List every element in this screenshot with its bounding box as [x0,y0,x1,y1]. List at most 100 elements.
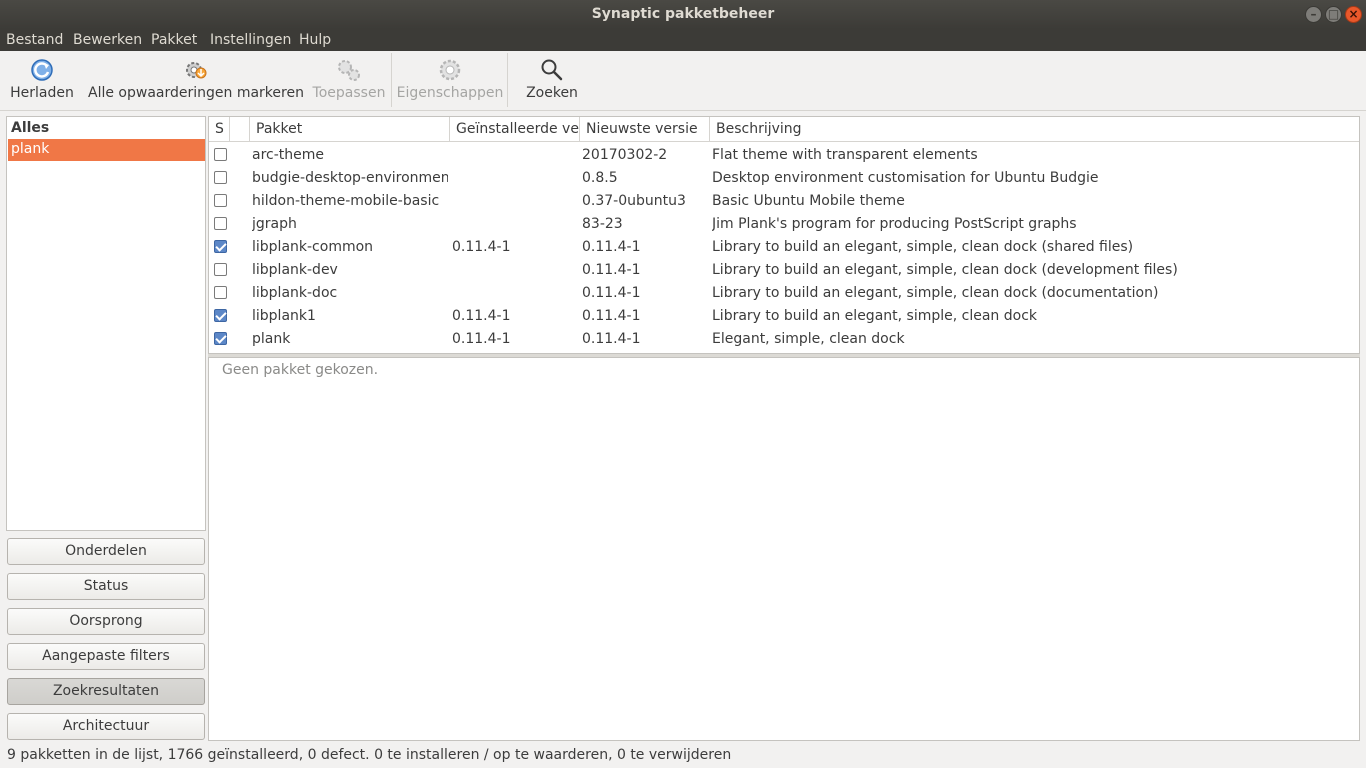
status-button[interactable]: Status [7,573,205,600]
menu-instellingen[interactable]: Instellingen [210,32,291,48]
package-description: Desktop environment customisation for Ub… [712,170,1099,186]
toolbar-separator [391,53,392,107]
properties-button[interactable]: Eigenschappen [396,51,504,109]
package-description: Library to build an elegant, simple, cle… [712,262,1178,278]
column-installed-version[interactable]: Geïnstalleerde vers [450,117,580,142]
installed-version: 0.11.4-1 [452,308,511,324]
package-checkbox[interactable] [214,171,227,184]
package-name: arc-theme [252,147,325,163]
package-name: libplank-common [252,239,374,255]
apply-label: Toepassen [312,85,386,101]
package-name: libplank1 [252,308,316,324]
search-button[interactable]: Zoeken [516,51,588,109]
apply-gears-icon [338,60,360,81]
close-icon: × [1348,7,1359,21]
package-name: libplank-doc [252,285,338,301]
filter-list: Alles plank [6,116,206,531]
table-row[interactable]: libplank-common 0.11.4-1 0.11.4-1 Library t… [209,236,1359,259]
latest-version: 0.11.4-1 [582,285,641,301]
package-checkbox[interactable] [214,240,227,253]
table-row[interactable]: jgraph 83-23 Jim Plank's program for produ… [209,213,1359,236]
table-row[interactable]: libplank-dev 0.11.4-1 Library to build an … [209,259,1359,282]
mark-all-label: Alle opwaarderingen markeren [88,85,304,101]
package-rows: arc-theme 20170302-2 Flat theme with trans… [209,144,1359,351]
minimize-button[interactable]: – [1305,6,1322,23]
latest-version: 20170302-2 [582,147,668,163]
package-description: Library to build an elegant, simple, cle… [712,285,1159,301]
package-checkbox[interactable] [214,148,227,161]
custom-filters-button[interactable]: Aangepaste filters [7,643,205,670]
package-checkbox[interactable] [214,286,227,299]
title-bar: Synaptic pakketbeheer – □ × [0,0,1366,29]
latest-version: 83-23 [582,216,623,232]
table-row[interactable]: libplank1 0.11.4-1 0.11.4-1 Library to buil… [209,305,1359,328]
reload-label: Herladen [10,85,74,101]
package-details: Geen pakket gekozen. [208,357,1360,741]
search-icon [541,59,563,81]
maximize-button[interactable]: □ [1325,6,1342,23]
toolbar: Herladen Alle opwaarderingen markeren To… [0,51,1366,111]
close-button[interactable]: × [1345,6,1362,23]
reload-button[interactable]: Herladen [6,51,78,109]
column-status[interactable]: S [209,117,230,142]
package-description: Flat theme with transparent elements [712,147,978,163]
package-list-header: S Pakket Geïnstalleerde vers Nieuwste ve… [209,117,1359,142]
architecture-button[interactable]: Architectuur [7,713,205,740]
package-name: libplank-dev [252,262,338,278]
package-description: Library to build an elegant, simple, cle… [712,308,1038,324]
search-results-button[interactable]: Zoekresultaten [7,678,205,705]
apply-button[interactable]: Toepassen [310,51,388,109]
origin-button[interactable]: Oorsprong [7,608,205,635]
package-checkbox[interactable] [214,263,227,276]
gears-upgrade-icon [186,62,207,79]
package-description: Elegant, simple, clean dock [712,331,905,347]
table-row[interactable]: libplank-doc 0.11.4-1 Library to build an … [209,282,1359,305]
package-checkbox[interactable] [214,332,227,345]
sections-button[interactable]: Onderdelen [7,538,205,565]
package-name: hildon-theme-mobile-basic [252,193,440,209]
package-name: plank [252,331,291,347]
menu-pakket[interactable]: Pakket [151,32,197,48]
installed-version: 0.11.4-1 [452,239,511,255]
installed-version: 0.11.4-1 [452,331,511,347]
filter-list-header[interactable]: Alles [11,120,49,136]
mark-all-upgrades-button[interactable]: Alle opwaarderingen markeren [88,51,304,109]
package-name: budgie-desktop-environment [252,170,448,186]
package-description: Basic Ubuntu Mobile theme [712,193,905,209]
package-name: jgraph [252,216,297,232]
properties-label: Eigenschappen [396,85,504,101]
package-description: Jim Plank's program for producing PostSc… [712,216,1077,232]
latest-version: 0.11.4-1 [582,262,641,278]
properties-gear-icon [439,59,461,81]
package-checkbox[interactable] [214,217,227,230]
latest-version: 0.11.4-1 [582,308,641,324]
column-package[interactable]: Pakket [250,117,450,142]
details-placeholder: Geen pakket gekozen. [222,362,379,378]
latest-version: 0.37-0ubuntu3 [582,193,686,209]
latest-version: 0.11.4-1 [582,239,641,255]
menu-hulp[interactable]: Hulp [299,32,331,48]
package-list: S Pakket Geïnstalleerde vers Nieuwste ve… [208,116,1360,354]
status-bar: 9 pakketten in de lijst, 1766 geïnstalle… [7,747,732,763]
menu-bar: Bestand Bewerken Pakket Instellingen Hul… [0,29,1366,51]
table-row[interactable]: hildon-theme-mobile-basic 0.37-0ubuntu3 Ba… [209,190,1359,213]
column-support[interactable] [230,117,250,142]
filter-item-selected[interactable]: plank [8,139,205,161]
minimize-icon: – [1310,7,1317,21]
reload-icon [31,59,53,81]
menu-bestand[interactable]: Bestand [6,32,63,48]
package-checkbox[interactable] [214,194,227,207]
latest-version: 0.11.4-1 [582,331,641,347]
toolbar-separator [507,53,508,107]
maximize-icon: □ [1327,7,1340,21]
window-title: Synaptic pakketbeheer [591,6,775,22]
latest-version: 0.8.5 [582,170,618,186]
search-label: Zoeken [526,85,578,101]
table-row[interactable]: plank 0.11.4-1 0.11.4-1 Elegant, simple, cl… [209,328,1359,351]
package-checkbox[interactable] [214,309,227,322]
column-description[interactable]: Beschrijving [710,117,1359,142]
table-row[interactable]: budgie-desktop-environment 0.8.5 Desktop e… [209,167,1359,190]
column-latest-version[interactable]: Nieuwste versie [580,117,710,142]
table-row[interactable]: arc-theme 20170302-2 Flat theme with trans… [209,144,1359,167]
menu-bewerken[interactable]: Bewerken [73,32,142,48]
